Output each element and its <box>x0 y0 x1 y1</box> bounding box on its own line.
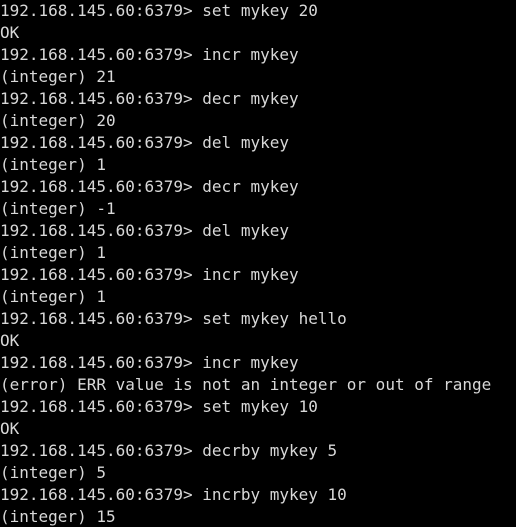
terminal-line-prompt: 192.168.145.60:6379> incr mykey <box>0 265 299 284</box>
terminal-line-error: (error) ERR value is not an integer or o… <box>0 375 492 394</box>
terminal-output-buffer[interactable]: 192.168.145.60:6379> set mykey 20 OK 192.1… <box>0 0 516 527</box>
terminal-line-reply: (integer) 1 <box>0 243 106 262</box>
terminal-line-prompt: 192.168.145.60:6379> incr mykey <box>0 353 299 372</box>
terminal-line-prompt: 192.168.145.60:6379> del mykey <box>0 133 289 152</box>
terminal-line-reply: (integer) 15 <box>0 507 116 526</box>
terminal-line-status: OK <box>0 419 20 438</box>
terminal-line-prompt: 192.168.145.60:6379> incrby mykey 10 <box>0 485 347 504</box>
terminal-line-reply: (integer) 5 <box>0 463 106 482</box>
terminal-line-prompt: 192.168.145.60:6379> set mykey 20 <box>0 1 318 20</box>
terminal-line-prompt: 192.168.145.60:6379> del mykey <box>0 221 289 240</box>
terminal-line-prompt: 192.168.145.60:6379> set mykey hello <box>0 309 347 328</box>
terminal-line-prompt: 192.168.145.60:6379> decr mykey <box>0 89 299 108</box>
terminal-window[interactable]: 192.168.145.60:6379> set mykey 20 OK 192.1… <box>0 0 516 527</box>
terminal-line-status: OK <box>0 331 20 350</box>
terminal-line-prompt: 192.168.145.60:6379> incr mykey <box>0 45 299 64</box>
terminal-line-reply: (integer) 1 <box>0 155 106 174</box>
terminal-line-reply: (integer) 20 <box>0 111 116 130</box>
terminal-line-prompt: 192.168.145.60:6379> set mykey 10 <box>0 397 318 416</box>
terminal-line-status: OK <box>0 23 20 42</box>
terminal-line-prompt: 192.168.145.60:6379> decrby mykey 5 <box>0 441 338 460</box>
terminal-line-prompt: 192.168.145.60:6379> decr mykey <box>0 177 299 196</box>
terminal-line-reply: (integer) 1 <box>0 287 106 306</box>
terminal-line-reply: (integer) 21 <box>0 67 116 86</box>
terminal-line-reply: (integer) -1 <box>0 199 116 218</box>
